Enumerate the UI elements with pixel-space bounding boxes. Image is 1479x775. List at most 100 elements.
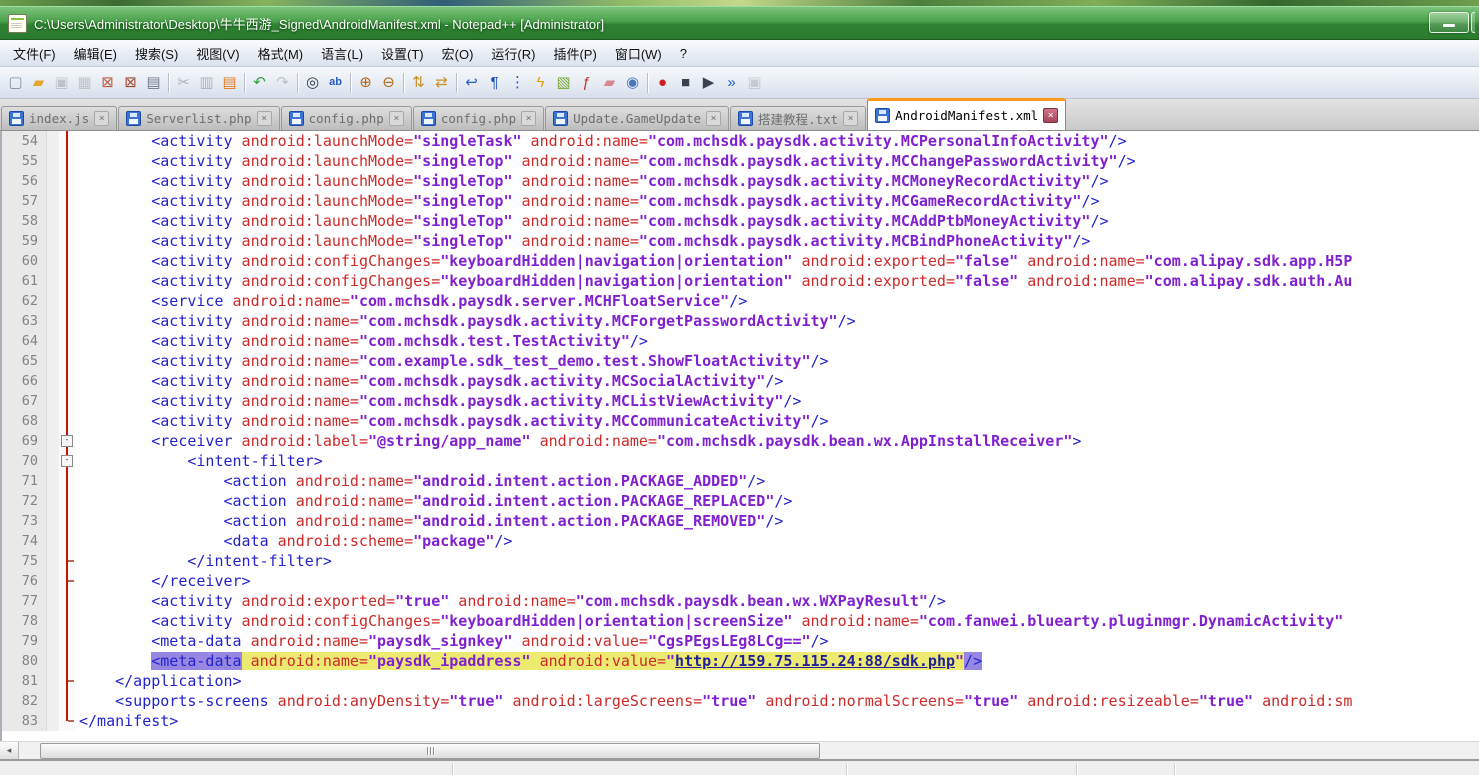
indent-guide-icon[interactable]: ⋮ [506,71,529,94]
bookmark-margin[interactable] [47,151,59,171]
code-line[interactable]: 74<data android:scheme="package"/> [2,531,1479,551]
menu-item[interactable]: 视图(V) [187,41,248,66]
tab-AndroidManifest.xml[interactable]: AndroidManifest.xml× [867,98,1066,130]
code-line[interactable]: 59<activity android:launchMode="singleTo… [2,231,1479,251]
close-file-icon[interactable]: ⊠ [96,71,119,94]
menu-item[interactable]: 插件(P) [544,41,605,66]
macro-run-multiple-icon[interactable]: » [720,71,743,94]
open-folder-icon[interactable]: ▰ [27,71,50,94]
code-line[interactable]: 69-<receiver android:label="@string/app_… [2,431,1479,451]
scroll-left-arrow[interactable]: ◂ [0,742,19,759]
tab-config.php[interactable]: config.php× [413,106,544,130]
code-line[interactable]: 61<activity android:configChanges="keybo… [2,271,1479,291]
menu-item[interactable]: 宏(O) [433,41,483,66]
code-line[interactable]: 71<action android:name="android.intent.a… [2,471,1479,491]
bookmark-margin[interactable] [47,211,59,231]
bookmark-margin[interactable] [47,391,59,411]
monitoring-icon[interactable]: ◉ [621,71,644,94]
bookmark-margin[interactable] [47,331,59,351]
tab-config.php[interactable]: config.php× [281,106,412,130]
bookmark-margin[interactable] [47,551,59,571]
bookmark-margin[interactable] [47,531,59,551]
undo-icon[interactable]: ↶ [248,71,271,94]
code-line[interactable]: 73<action android:name="android.intent.a… [2,511,1479,531]
bookmark-margin[interactable] [47,171,59,191]
zoom-out-icon[interactable]: ⊖ [377,71,400,94]
code-line[interactable]: 67<activity android:name="com.mchsdk.pay… [2,391,1479,411]
bookmark-margin[interactable] [47,131,59,151]
code-line[interactable]: 79<meta-data android:name="paysdk_signke… [2,631,1479,651]
code-line[interactable]: 82<supports-screens android:anyDensity="… [2,691,1479,711]
user-define-dialog-icon[interactable]: ϟ [529,71,552,94]
bookmark-margin[interactable] [47,631,59,651]
menu-item[interactable]: 文件(F) [4,41,65,66]
code-line[interactable]: 76</receiver> [2,571,1479,591]
tab-Update.GameUpdate[interactable]: Update.GameUpdate× [545,106,729,130]
bookmark-margin[interactable] [47,651,59,671]
code-line[interactable]: 56<activity android:launchMode="singleTo… [2,171,1479,191]
print-icon[interactable]: ▤ [142,71,165,94]
fold-collapse-icon[interactable]: - [61,435,73,447]
macro-play-icon[interactable]: ▶ [697,71,720,94]
menu-item[interactable]: 窗口(W) [606,41,671,66]
tab-close-icon[interactable]: × [389,111,404,126]
maximize-button-clipped[interactable] [1471,12,1475,33]
code-line[interactable]: 83</manifest> [2,711,1479,731]
code-line[interactable]: 54<activity android:launchMode="singleTa… [2,131,1479,151]
word-wrap-icon[interactable]: ↩ [460,71,483,94]
bookmark-margin[interactable] [47,231,59,251]
code-line[interactable]: 80<meta-data android:name="paysdk_ipaddr… [2,651,1479,671]
tab-close-icon[interactable]: × [94,111,109,126]
bookmark-margin[interactable] [47,471,59,491]
tab-close-icon[interactable]: × [521,111,536,126]
bookmark-margin[interactable] [47,571,59,591]
bookmark-margin[interactable] [47,271,59,291]
code-line[interactable]: 63<activity android:name="com.mchsdk.pay… [2,311,1479,331]
code-line[interactable]: 78<activity android:configChanges="keybo… [2,611,1479,631]
code-line[interactable]: 58<activity android:launchMode="singleTo… [2,211,1479,231]
code-line[interactable]: 55<activity android:launchMode="singleTo… [2,151,1479,171]
code-line[interactable]: 64<activity android:name="com.mchsdk.tes… [2,331,1479,351]
bookmark-margin[interactable] [47,711,59,731]
bookmark-margin[interactable] [47,191,59,211]
code-line[interactable]: 77<activity android:exported="true" andr… [2,591,1479,611]
scrollbar-thumb[interactable] [40,743,820,759]
sync-vertical-scroll-icon[interactable]: ⇅ [407,71,430,94]
zoom-in-icon[interactable]: ⊕ [354,71,377,94]
macro-stop-icon[interactable]: ■ [674,71,697,94]
code-line[interactable]: 70-<intent-filter> [2,451,1479,471]
menu-item[interactable]: 格式(M) [249,41,313,66]
macro-record-icon[interactable]: ● [651,71,674,94]
bookmark-margin[interactable] [47,671,59,691]
code-line[interactable]: 72<action android:name="android.intent.a… [2,491,1479,511]
minimize-button[interactable] [1429,12,1469,33]
tab-Serverlist.php[interactable]: Serverlist.php× [118,106,279,130]
bookmark-margin[interactable] [47,451,59,471]
function-list-icon[interactable]: ƒ [575,71,598,94]
bookmark-margin[interactable] [47,351,59,371]
code-editor[interactable]: 54<activity android:launchMode="singleTa… [0,131,1479,741]
tab-close-icon[interactable]: × [843,111,858,126]
code-line[interactable]: 57<activity android:launchMode="singleTo… [2,191,1479,211]
code-line[interactable]: 62<service android:name="com.mchsdk.pays… [2,291,1479,311]
show-all-characters-icon[interactable]: ¶ [483,71,506,94]
bookmark-margin[interactable] [47,311,59,331]
bookmark-margin[interactable] [47,431,59,451]
code-line[interactable]: 60<activity android:configChanges="keybo… [2,251,1479,271]
bookmark-margin[interactable] [47,371,59,391]
find-icon[interactable]: ◎ [301,71,324,94]
code-line[interactable]: 81</application> [2,671,1479,691]
code-line[interactable]: 65<activity android:name="com.example.sd… [2,351,1479,371]
menu-item[interactable]: 设置(T) [372,41,433,66]
menu-item[interactable]: 运行(R) [482,41,544,66]
menu-item[interactable]: 语言(L) [312,41,372,66]
bookmark-margin[interactable] [47,691,59,711]
bookmark-margin[interactable] [47,491,59,511]
code-line[interactable]: 75</intent-filter> [2,551,1479,571]
paste-icon[interactable]: ▤ [218,71,241,94]
bookmark-margin[interactable] [47,411,59,431]
tab-index.js[interactable]: index.js× [1,106,117,130]
code-line[interactable]: 66<activity android:name="com.mchsdk.pay… [2,371,1479,391]
bookmark-margin[interactable] [47,611,59,631]
bookmark-margin[interactable] [47,251,59,271]
